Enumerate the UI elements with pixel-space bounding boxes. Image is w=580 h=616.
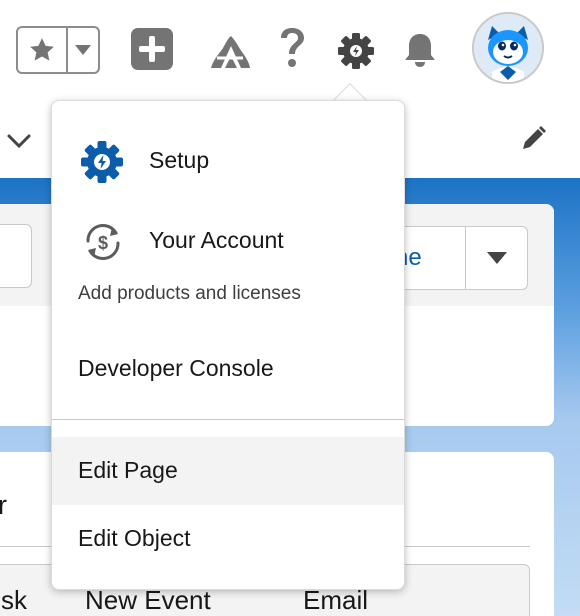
favorites-star-button[interactable] (18, 28, 66, 72)
global-actions-button[interactable] (130, 27, 174, 71)
favorites-button-group (16, 26, 100, 74)
chevron-down-icon (487, 252, 507, 264)
menu-item-developer-console[interactable]: Developer Console (52, 335, 404, 401)
menu-item-edit-object[interactable]: Edit Object (52, 505, 404, 573)
help-button[interactable] (270, 22, 314, 74)
favorites-menu-button[interactable] (68, 28, 98, 72)
help-icon (281, 28, 304, 67)
setup-gear-button[interactable] (334, 27, 378, 75)
menu-item-developer-console-label: Developer Console (78, 355, 274, 381)
menu-separator (52, 419, 404, 420)
bell-icon (405, 34, 435, 67)
button-divider (465, 227, 466, 289)
menu-item-your-account[interactable]: $ Your Account (52, 213, 404, 269)
setup-gear-icon (81, 141, 123, 183)
avatar[interactable] (472, 12, 544, 84)
star-icon (30, 38, 54, 61)
menu-item-your-account-label: Your Account (149, 227, 284, 253)
global-header (0, 0, 580, 100)
svg-text:$: $ (98, 233, 108, 253)
record-field-stub[interactable] (0, 224, 32, 288)
menu-item-edit-page-label: Edit Page (78, 457, 178, 483)
setup-menu: Setup $ Your Account Add products and li… (51, 100, 405, 590)
menu-item-edit-object-label: Edit Object (78, 525, 191, 551)
chevron-down-icon[interactable] (6, 128, 32, 154)
activity-card-title: r (0, 490, 7, 520)
menu-item-your-account-sublabel: Add products and licenses (78, 283, 301, 304)
notifications-button[interactable] (398, 28, 442, 72)
trailhead-button[interactable] (206, 27, 254, 75)
gear-icon (338, 33, 374, 69)
menu-item-setup-label: Setup (149, 147, 210, 173)
chevron-down-icon (75, 45, 91, 55)
astro-avatar-icon (474, 14, 542, 82)
record-actions-menu-button[interactable] (467, 227, 527, 289)
trailhead-icon (211, 36, 250, 68)
add-icon (131, 28, 173, 70)
account-sync-icon: $ (86, 223, 120, 261)
menu-item-setup[interactable]: Setup (52, 131, 404, 193)
edit-nav-pencil-icon[interactable] (518, 124, 548, 154)
menu-item-edit-page[interactable]: Edit Page (52, 437, 404, 505)
tab-new-task[interactable]: sk (1, 585, 27, 616)
